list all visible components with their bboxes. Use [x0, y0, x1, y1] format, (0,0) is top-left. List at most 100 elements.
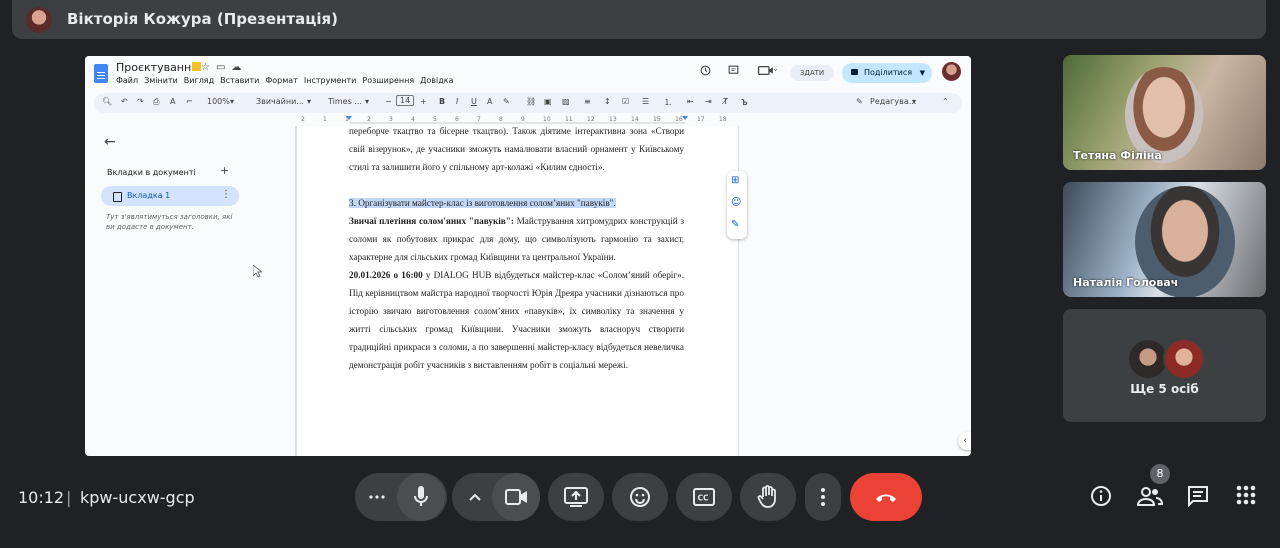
- info-icon[interactable]: [1090, 485, 1112, 507]
- back-arrow-icon[interactable]: ←: [104, 134, 116, 150]
- mic-button[interactable]: [397, 473, 445, 521]
- more-vert-icon[interactable]: ⋮: [221, 189, 231, 200]
- font-size-input[interactable]: 14: [396, 95, 415, 106]
- video-settings-icon[interactable]: [468, 492, 482, 502]
- hang-up-icon: [876, 494, 896, 502]
- captions-button[interactable]: CC: [676, 473, 732, 521]
- ruler-tick-label: 14: [631, 116, 639, 123]
- insert-image-icon[interactable]: ▨: [562, 97, 570, 106]
- meet-icon[interactable]: [757, 64, 777, 80]
- participant-name: Тетяна Філіна: [1073, 149, 1162, 162]
- search-icon[interactable]: 🔍︎: [102, 97, 112, 106]
- add-comment-icon[interactable]: ⊞: [731, 175, 739, 186]
- highlight-icon[interactable]: ✎: [503, 97, 510, 106]
- folder-icon[interactable]: ▭: [216, 62, 231, 73]
- bold-icon[interactable]: B: [439, 97, 445, 106]
- more-participants-tile[interactable]: Ще 5 осіб: [1063, 309, 1266, 422]
- underline-icon[interactable]: U: [471, 97, 477, 106]
- collapse-menu-icon[interactable]: ⌃: [942, 97, 949, 106]
- numbered-list-icon[interactable]: ⒈: [664, 97, 672, 108]
- participant-tile-1[interactable]: Тетяна Філіна: [1063, 55, 1266, 170]
- paint-format-icon[interactable]: ⌐: [186, 97, 193, 106]
- zoom-chevron-icon[interactable]: ▾: [230, 97, 234, 106]
- add-tab-icon[interactable]: +: [220, 164, 229, 177]
- chevron-down-icon[interactable]: ▼: [920, 63, 925, 83]
- chat-icon[interactable]: [1187, 485, 1209, 507]
- menu-tools[interactable]: Інструменти: [304, 76, 357, 85]
- decrease-indent-icon[interactable]: ⇤: [687, 97, 694, 106]
- doc-title[interactable]: Проєктування: [116, 61, 198, 74]
- document-tabs-sidebar: ← Вкладки в документі + Вкладка 1 ⋮ Тут …: [92, 126, 296, 456]
- paragraph-4-bold: 20.01.2026 о 16:00: [349, 270, 423, 280]
- document-body[interactable]: переборче ткацтво та бісерне ткацтво). Т…: [349, 126, 684, 374]
- paragraph-4[interactable]: 20.01.2026 о 16:00 у DIALOG HUB відбудет…: [349, 266, 684, 374]
- ruler-tick-label: 9: [521, 116, 525, 123]
- document-page[interactable]: переборче ткацтво та бісерне ткацтво). Т…: [296, 126, 739, 456]
- paragraph-2-heading[interactable]: 3. Організувати майстер-клас із виготовл…: [349, 194, 684, 212]
- emoji-icon: [630, 487, 650, 507]
- clear-format-icon[interactable]: T̸: [723, 97, 728, 106]
- present-button[interactable]: [548, 473, 604, 521]
- docs-logo-icon[interactable]: [94, 64, 108, 83]
- link-icon[interactable]: ⛓: [526, 97, 536, 106]
- checklist-icon[interactable]: ☑: [622, 97, 629, 106]
- audio-settings-icon[interactable]: [369, 493, 385, 501]
- style-chevron-icon[interactable]: ▾: [307, 97, 311, 106]
- spellcheck-icon[interactable]: A: [170, 97, 175, 106]
- participant-tile-2[interactable]: Наталія Головач: [1063, 182, 1266, 297]
- menu-file[interactable]: Файл: [116, 76, 138, 85]
- increase-indent-icon[interactable]: ⇥: [705, 97, 712, 106]
- paragraph-3[interactable]: Звичаї плетіння солом'яних "павуків": Ма…: [349, 212, 684, 266]
- camera-button[interactable]: [492, 473, 540, 521]
- raise-hand-button[interactable]: [740, 473, 796, 521]
- menu-edit[interactable]: Змінити: [144, 76, 178, 85]
- font-chevron-icon[interactable]: ▾: [365, 97, 369, 106]
- more-options-button[interactable]: [805, 473, 841, 521]
- undo-icon[interactable]: ↶: [121, 97, 128, 106]
- ruler-tick-label: 18: [719, 116, 727, 123]
- leave-call-button[interactable]: [850, 473, 922, 521]
- participant-name: Наталія Головач: [1073, 276, 1179, 289]
- reactions-button[interactable]: [612, 473, 668, 521]
- comments-icon[interactable]: [727, 64, 740, 80]
- history-icon[interactable]: [699, 64, 712, 80]
- font-size-decrease-icon[interactable]: −: [385, 97, 392, 106]
- activities-icon[interactable]: [1236, 485, 1256, 505]
- style-select[interactable]: Звичайни...: [256, 97, 304, 106]
- tab-1[interactable]: Вкладка 1 ⋮: [101, 186, 239, 206]
- italic-icon[interactable]: I: [456, 97, 458, 106]
- menu-view[interactable]: Вигляд: [184, 76, 214, 85]
- line-spacing-icon[interactable]: ↕: [604, 97, 611, 106]
- share-button[interactable]: Поділитися ▼: [842, 63, 932, 83]
- cloud-icon[interactable]: ☁: [231, 62, 247, 73]
- account-avatar[interactable]: [942, 62, 961, 81]
- selected-text[interactable]: 3. Організувати майстер-клас із виготовл…: [349, 198, 616, 208]
- align-icon[interactable]: ≡: [584, 97, 591, 106]
- ruler-tick-label: 15: [653, 116, 661, 123]
- add-comment-icon[interactable]: ▣: [544, 97, 552, 106]
- font-select[interactable]: Times ...: [328, 97, 362, 106]
- print-icon[interactable]: ⎙: [153, 97, 159, 107]
- submit-button[interactable]: ЗДАТИ: [790, 65, 834, 81]
- emoji-reaction-icon[interactable]: ☺: [731, 197, 741, 208]
- bullet-list-icon[interactable]: ☰: [642, 97, 649, 106]
- mode-chevron-icon[interactable]: ▾: [912, 97, 916, 106]
- editing-mode-select[interactable]: Редагува...: [870, 97, 916, 106]
- formatting-toolbar: 🔍︎ ↶ ↷ ⎙ A ⌐ 100% ▾ Звичайни... ▾ Times …: [94, 93, 962, 113]
- star-icon[interactable]: ☆: [201, 62, 216, 73]
- people-icon[interactable]: [1137, 485, 1163, 507]
- ruler-tick-label: 5: [433, 116, 437, 123]
- paragraph-1[interactable]: переборче ткацтво та бісерне ткацтво). Т…: [349, 126, 684, 176]
- menu-format[interactable]: Формат: [265, 76, 297, 85]
- menu-extensions[interactable]: Розширення: [362, 76, 414, 85]
- zoom-select[interactable]: 100%: [207, 97, 230, 106]
- pencil-icon[interactable]: ✎: [856, 97, 863, 106]
- collapse-side-panel-icon[interactable]: ‹: [958, 432, 971, 450]
- menu-insert[interactable]: Вставити: [220, 76, 259, 85]
- menu-help[interactable]: Довідка: [420, 76, 453, 85]
- redo-icon[interactable]: ↷: [137, 97, 144, 106]
- suggest-edits-icon[interactable]: ✎: [731, 219, 739, 230]
- font-size-increase-icon[interactable]: +: [420, 97, 427, 106]
- spelling-icon[interactable]: Ꙏ: [742, 97, 747, 108]
- text-color-icon[interactable]: A: [487, 97, 492, 106]
